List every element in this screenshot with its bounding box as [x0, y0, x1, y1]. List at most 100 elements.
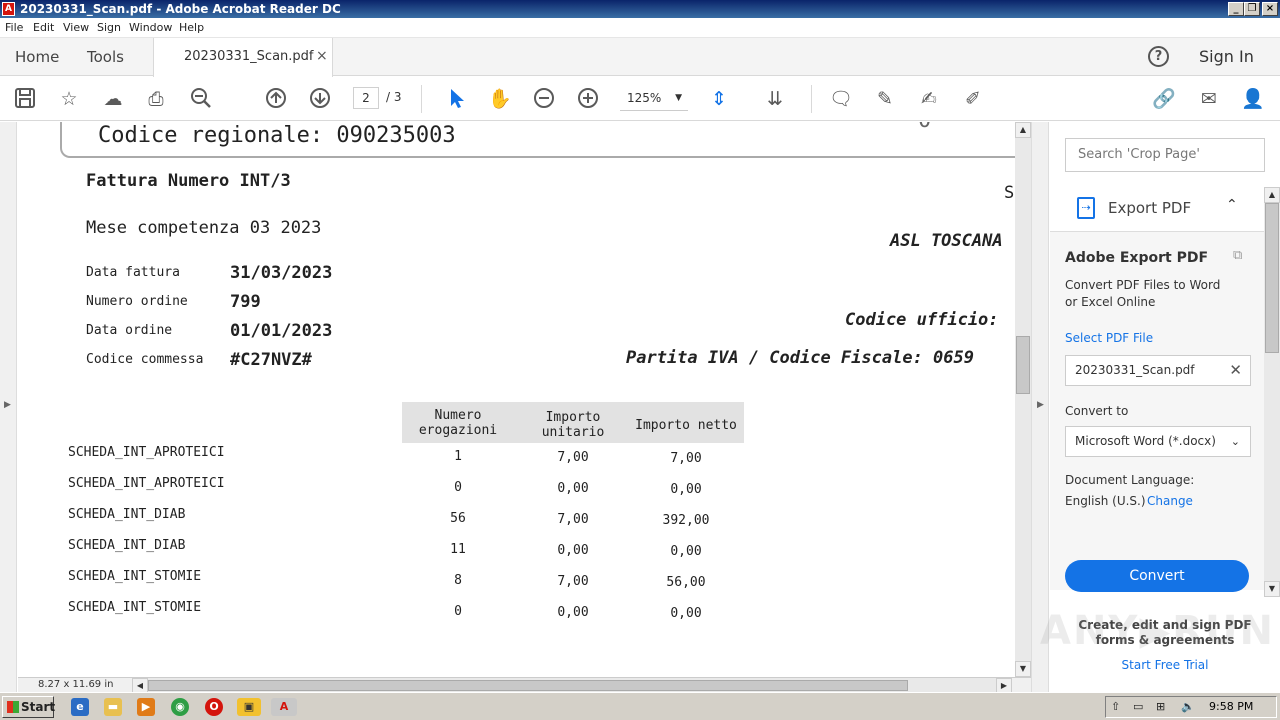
- pane-scrollbar[interactable]: ▲ ▼: [1264, 187, 1280, 597]
- cell-importo-unitario: 0,00: [557, 605, 589, 620]
- cell-importo-netto: 0,00: [670, 544, 702, 559]
- zoom-level-dropdown[interactable]: 125% ▼: [620, 87, 688, 111]
- title-bar: A 20230331_Scan.pdf - Adobe Acrobat Read…: [0, 0, 1280, 18]
- scroll-up-arrow-icon[interactable]: ▲: [1015, 122, 1031, 138]
- horizontal-scrollbar[interactable]: ◀ ▶: [132, 678, 1012, 693]
- scroll-left-arrow-icon[interactable]: ◀: [132, 678, 148, 693]
- convert-format-value: Microsoft Word (*.docx): [1075, 434, 1216, 448]
- tab-tools[interactable]: Tools: [87, 48, 124, 66]
- hand-tool-icon[interactable]: ✋: [488, 87, 512, 111]
- tab-home[interactable]: Home: [15, 48, 59, 66]
- row-label: SCHEDA_INT_STOMIE: [68, 569, 202, 584]
- highlight-pen-icon[interactable]: ✎: [873, 87, 897, 111]
- panel-description-line1: Convert PDF Files to Word: [1065, 278, 1221, 292]
- scroll-mode-icon[interactable]: ⇊: [763, 87, 787, 111]
- panel-title: Adobe Export PDF: [1065, 250, 1209, 266]
- clear-file-icon[interactable]: ✕: [1229, 356, 1242, 385]
- row-label: SCHEDA_INT_APROTEICI: [68, 445, 225, 460]
- menu-help[interactable]: Help: [179, 21, 204, 34]
- folder-icon[interactable]: ▬: [104, 698, 122, 716]
- change-language-link[interactable]: Change: [1147, 494, 1193, 508]
- save-icon[interactable]: [13, 87, 37, 111]
- menu-edit[interactable]: Edit: [33, 21, 54, 34]
- restore-button[interactable]: ❐: [1244, 2, 1260, 16]
- clock: 9:58 PM: [1209, 700, 1254, 713]
- scroll-down-arrow-icon[interactable]: ▼: [1015, 661, 1031, 677]
- start-button[interactable]: Start: [2, 696, 55, 718]
- previous-page-icon[interactable]: [264, 87, 288, 111]
- chevron-up-icon[interactable]: ⌃: [1226, 197, 1238, 213]
- start-free-trial-link[interactable]: Start Free Trial: [1050, 658, 1280, 672]
- horizontal-scroll-thumb[interactable]: [148, 680, 908, 691]
- draw-sign-icon[interactable]: ✍: [917, 87, 941, 111]
- document-view[interactable]: Codice regionale: 090235003 0 Fattura Nu…: [18, 122, 1015, 677]
- acrobat-taskbar-icon[interactable]: A: [271, 698, 297, 716]
- scroll-down-arrow-icon[interactable]: ▼: [1264, 581, 1280, 597]
- header-importo-netto: Importo netto: [635, 418, 737, 433]
- vertical-scroll-thumb[interactable]: [1016, 336, 1030, 394]
- tray-device-icon[interactable]: ▭: [1133, 700, 1143, 713]
- add-user-icon[interactable]: 👤: [1241, 87, 1265, 111]
- network-icon[interactable]: ⊞: [1156, 700, 1165, 713]
- sign-in-link[interactable]: Sign In: [1199, 47, 1254, 66]
- cell-importo-unitario: 7,00: [557, 574, 589, 589]
- selected-file-name: 20230331_Scan.pdf: [1075, 363, 1195, 377]
- convert-button[interactable]: Convert: [1065, 560, 1249, 592]
- print-icon[interactable]: ⎙: [144, 87, 168, 111]
- menu-sign[interactable]: Sign: [97, 21, 121, 34]
- close-tab-icon[interactable]: ×: [316, 48, 328, 64]
- media-player-icon[interactable]: ▶: [137, 698, 155, 716]
- volume-icon[interactable]: 🔈: [1181, 700, 1195, 713]
- right-pane-toggle[interactable]: ▶: [1031, 122, 1049, 692]
- ie-icon[interactable]: e: [71, 698, 89, 716]
- opera-icon[interactable]: O: [205, 698, 223, 716]
- zoom-out-icon[interactable]: [532, 87, 556, 111]
- zoom-in-icon[interactable]: [576, 87, 600, 111]
- cell-erogazioni: 1: [454, 449, 462, 464]
- tools-search-input[interactable]: Search 'Crop Page': [1065, 138, 1265, 172]
- cloud-upload-icon[interactable]: ☁: [101, 87, 125, 111]
- collapse-arrow-icon: ▶: [1037, 400, 1044, 410]
- menu-view[interactable]: View: [63, 21, 89, 34]
- s-fragment: S: [1004, 183, 1015, 203]
- tray-expand-icon[interactable]: ⇧: [1111, 700, 1120, 713]
- document-language-label: Document Language:: [1065, 473, 1195, 487]
- pane-scroll-thumb[interactable]: [1265, 203, 1279, 353]
- next-page-icon[interactable]: [308, 87, 332, 111]
- close-window-button[interactable]: ×: [1262, 2, 1278, 16]
- fill-sign-icon[interactable]: ✐: [961, 87, 985, 111]
- copy-icon[interactable]: ⧉: [1233, 248, 1242, 263]
- chevron-down-icon: ▼: [675, 93, 682, 103]
- vertical-scrollbar[interactable]: ▲ ▼: [1015, 122, 1031, 677]
- field-value: 31/03/2023: [230, 263, 333, 283]
- zoom-search-icon[interactable]: [189, 87, 213, 111]
- fattura-numero: Fattura Numero INT/3: [86, 171, 291, 191]
- fit-page-icon[interactable]: ⇕: [707, 87, 731, 111]
- row-label: SCHEDA_INT_DIAB: [68, 507, 186, 522]
- select-pdf-file-link[interactable]: Select PDF File: [1065, 331, 1153, 345]
- field-label: Numero ordine: [86, 294, 188, 309]
- app-window-icon[interactable]: ▣: [237, 698, 261, 716]
- bookmark-star-icon[interactable]: ☆: [57, 87, 81, 111]
- export-pdf-header[interactable]: ⇢ Export PDF ⌃: [1050, 182, 1264, 232]
- scroll-right-arrow-icon[interactable]: ▶: [996, 678, 1012, 693]
- help-icon[interactable]: ?: [1148, 46, 1169, 67]
- menu-file[interactable]: File: [5, 21, 23, 34]
- scroll-up-arrow-icon[interactable]: ▲: [1264, 187, 1280, 203]
- left-panel-toggle[interactable]: ▶: [0, 122, 17, 692]
- chrome-icon[interactable]: ◉: [171, 698, 189, 716]
- share-link-icon[interactable]: 🔗: [1152, 87, 1176, 111]
- menu-window[interactable]: Window: [129, 21, 172, 34]
- taskbar: Start e ▬ ▶ ◉ O ▣ A ⇧ ▭ ⊞ 🔈 9:58 PM: [0, 692, 1280, 720]
- partita-iva: Partita IVA / Codice Fiscale: 0659: [626, 348, 974, 368]
- select-cursor-icon[interactable]: [444, 87, 468, 111]
- minimize-button[interactable]: _: [1228, 2, 1244, 16]
- comment-icon[interactable]: 🗨: [829, 87, 853, 111]
- page-total: / 3: [386, 90, 402, 104]
- tab-document[interactable]: 20230331_Scan.pdf ×: [153, 38, 333, 77]
- zoom-level-value: 125%: [627, 91, 662, 105]
- convert-format-dropdown[interactable]: Microsoft Word (*.docx) ⌄: [1065, 426, 1251, 457]
- email-icon[interactable]: ✉: [1197, 87, 1221, 111]
- selected-file-field[interactable]: 20230331_Scan.pdf ✕: [1065, 355, 1251, 386]
- page-number-input[interactable]: 2: [353, 87, 379, 109]
